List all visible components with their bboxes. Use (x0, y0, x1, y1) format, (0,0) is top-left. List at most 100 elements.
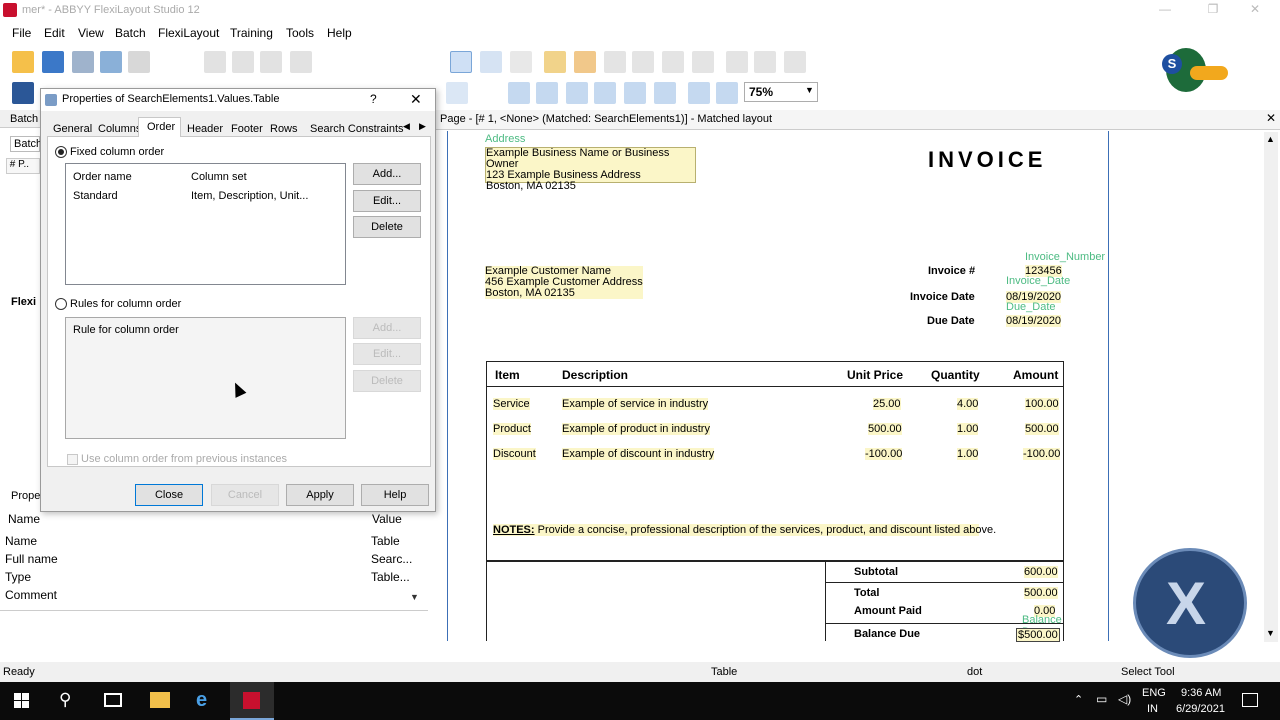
tool-e-icon[interactable] (754, 51, 776, 73)
rotate-icon[interactable] (536, 82, 558, 104)
column-order-list[interactable]: Order name Column set Standard Item, Des… (65, 163, 346, 285)
arrow-down-icon[interactable] (232, 51, 254, 73)
menu-batch[interactable]: Batch (115, 26, 146, 40)
close-button[interactable]: Close (135, 484, 203, 506)
dialog-close-icon[interactable]: ✕ (410, 91, 422, 108)
notes[interactable]: NOTES: Provide a concise, professional d… (493, 524, 996, 536)
batch-tab[interactable]: Batch (10, 113, 38, 125)
help-question-button[interactable]: ? (370, 92, 377, 106)
menu-edit[interactable]: Edit (44, 26, 65, 40)
region-icon[interactable] (544, 51, 566, 73)
hand-icon[interactable] (510, 51, 532, 73)
zoom-out-icon[interactable] (716, 82, 738, 104)
document-icon[interactable] (624, 82, 646, 104)
scroll-down-icon[interactable]: ▼ (410, 592, 419, 602)
windows-start-icon[interactable] (14, 693, 30, 709)
volume-icon[interactable]: ◁) (1118, 692, 1131, 706)
table-row[interactable]: Product Example of product in industry 5… (487, 423, 1063, 437)
paste-icon[interactable] (128, 51, 150, 73)
tab-footer[interactable]: Footer (231, 123, 263, 135)
scroll-down-icon[interactable]: ▼ (1266, 628, 1275, 638)
tab-rows[interactable]: Rows (270, 123, 298, 135)
select-tool-icon[interactable] (450, 51, 472, 73)
tab-columns[interactable]: Columns (98, 123, 141, 135)
tool-f-icon[interactable] (784, 51, 806, 73)
tool-c-icon[interactable] (692, 51, 714, 73)
find-icon[interactable] (574, 51, 596, 73)
delete-order-button[interactable]: Delete (353, 216, 421, 238)
due-date-value[interactable]: 08/19/2020 (1006, 315, 1062, 327)
page-icon[interactable] (566, 82, 588, 104)
delete-rule-button[interactable]: Delete (353, 370, 421, 392)
close-page-icon[interactable]: ✕ (1266, 111, 1276, 125)
zoom-in-icon[interactable] (688, 82, 710, 104)
arrow-left-icon[interactable] (260, 51, 282, 73)
previous-instances-checkbox[interactable] (67, 454, 78, 465)
close-window-button[interactable]: ✕ (1240, 2, 1270, 20)
tab-scroll-left-icon[interactable]: ◀ (403, 121, 410, 132)
tab-search-constraints[interactable]: Search Constraints (310, 123, 404, 135)
file-explorer-icon[interactable] (150, 692, 170, 708)
edit-order-button[interactable]: Edit... (353, 190, 421, 212)
search-icon[interactable]: ⚲ (59, 690, 71, 710)
fixed-order-radio[interactable] (55, 146, 67, 158)
network-icon[interactable]: ▭ (1096, 692, 1107, 706)
table-row[interactable]: Discount Example of discount in industry… (487, 448, 1063, 462)
minimize-button[interactable]: — (1150, 2, 1180, 20)
rules-list[interactable]: Rule for column order (65, 317, 346, 439)
open-icon[interactable] (12, 51, 34, 73)
add-order-button[interactable]: Add... (353, 163, 421, 185)
menu-training[interactable]: Training (230, 26, 273, 40)
arrow-right-icon[interactable] (290, 51, 312, 73)
batch-combo[interactable]: Batch (14, 138, 42, 150)
cut-icon[interactable] (72, 51, 94, 73)
draw-icon[interactable] (604, 51, 626, 73)
tool-a-icon[interactable] (632, 51, 654, 73)
tab-scroll-right-icon[interactable]: ▶ (419, 121, 426, 132)
menu-help[interactable]: Help (327, 26, 352, 40)
arrow-up-icon[interactable] (204, 51, 226, 73)
settings-icon[interactable] (654, 82, 676, 104)
clock-date[interactable]: 6/29/2021 (1176, 703, 1225, 715)
business-address-block[interactable]: Example Business Name or Business Owner … (485, 147, 696, 192)
tool-b-icon[interactable] (662, 51, 684, 73)
maximize-button[interactable]: ❐ (1198, 2, 1228, 20)
tray-chevron-icon[interactable]: ⌃ (1074, 693, 1083, 706)
vertical-scrollbar[interactable]: ▲ ▼ (1264, 132, 1278, 642)
menu-tools[interactable]: Tools (286, 26, 314, 40)
task-view-icon[interactable] (104, 693, 122, 707)
customer-block[interactable]: Example Customer Name 456 Example Custom… (485, 266, 643, 299)
save-icon[interactable] (42, 51, 64, 73)
tab-order[interactable]: Order (147, 121, 175, 133)
tool-d-icon[interactable] (726, 51, 748, 73)
tab-general[interactable]: General (53, 123, 92, 135)
cancel-button[interactable]: Cancel (211, 484, 279, 506)
menu-view[interactable]: View (78, 26, 104, 40)
match-icon[interactable] (594, 82, 616, 104)
totals-box[interactable]: Subtotal 600.00 Total 500.00 Amount Paid… (825, 561, 1064, 642)
word-icon[interactable] (12, 82, 34, 104)
help-button[interactable]: Help (361, 484, 429, 506)
copy-icon[interactable] (100, 51, 122, 73)
text-tool-icon[interactable] (480, 51, 502, 73)
refresh-icon[interactable] (508, 82, 530, 104)
menu-file[interactable]: File (12, 26, 31, 40)
scroll-up-icon[interactable]: ▲ (1266, 134, 1275, 144)
layout-icon[interactable] (446, 82, 468, 104)
browser-icon[interactable]: e (196, 690, 216, 710)
tab-header[interactable]: Header (187, 123, 223, 135)
flexilayout-taskbar-button[interactable] (230, 682, 274, 720)
items-table[interactable]: Item Description Unit Price Quantity Amo… (486, 361, 1064, 561)
notifications-icon[interactable] (1242, 693, 1258, 707)
language-top[interactable]: ENG (1142, 687, 1166, 699)
zoom-select[interactable]: 75% ▼ (744, 82, 818, 102)
list-item[interactable]: Standard Item, Description, Unit... (68, 188, 343, 206)
rules-order-radio[interactable] (55, 298, 67, 310)
menu-flexilayout[interactable]: FlexiLayout (158, 26, 219, 40)
add-rule-button[interactable]: Add... (353, 317, 421, 339)
table-row[interactable]: Service Example of service in industry 2… (487, 398, 1063, 412)
edit-rule-button[interactable]: Edit... (353, 343, 421, 365)
language-bottom[interactable]: IN (1147, 703, 1158, 715)
clock-time[interactable]: 9:36 AM (1181, 687, 1221, 699)
apply-button[interactable]: Apply (286, 484, 354, 506)
